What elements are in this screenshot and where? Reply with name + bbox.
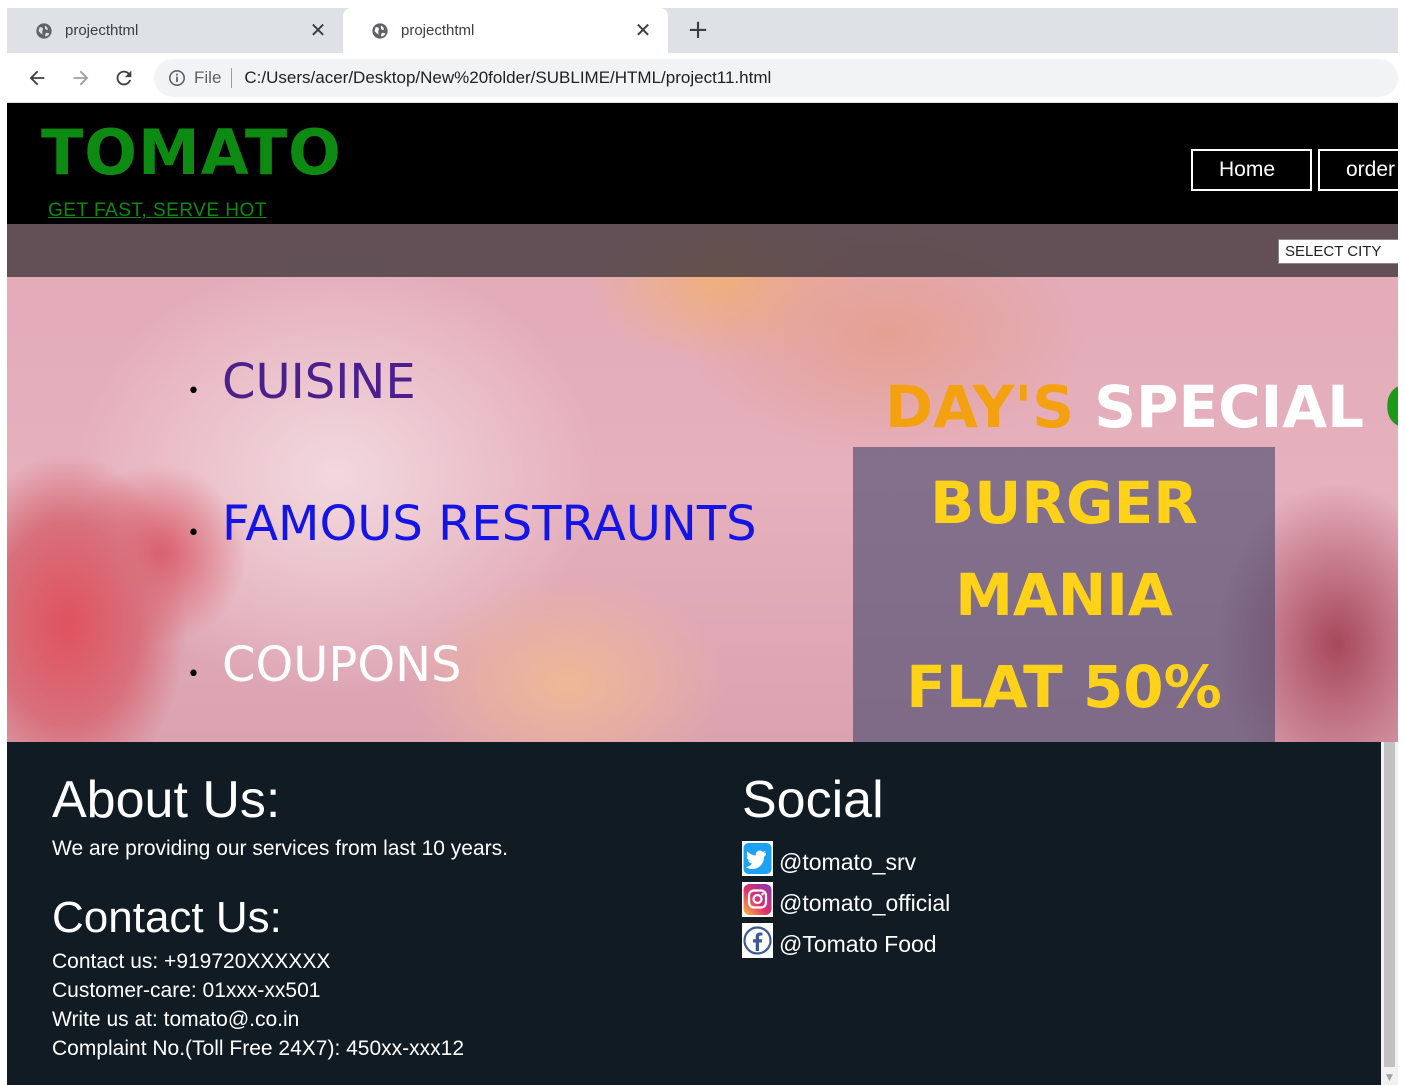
scroll-down-arrow[interactable]: ▼	[1384, 1073, 1395, 1083]
browser-toolbar: File C:/Users/acer/Desktop/New%20folder/…	[7, 53, 1398, 103]
forward-button[interactable]	[65, 62, 97, 94]
close-tab-icon[interactable]: ✕	[309, 18, 327, 43]
contact-heading: Contact Us:	[52, 893, 282, 942]
menu-item-famous-restraunts[interactable]: • FAMOUS RESTRAUNTS	[187, 496, 757, 552]
contact-email: Write us at: tomato@.co.in	[52, 1008, 300, 1031]
contact-details: Contact us: +919720XXXXXX Customer-care:…	[52, 947, 464, 1063]
instagram-icon	[742, 882, 773, 917]
offer-box[interactable]: BURGER MANIA FLAT 50%	[853, 447, 1275, 742]
reload-button[interactable]	[108, 62, 140, 94]
social-link-twitter[interactable]: @tomato_srv	[742, 835, 950, 876]
about-text: We are providing our services from last …	[52, 837, 508, 860]
scheme-label: File	[194, 68, 233, 88]
social-link-facebook[interactable]: @Tomato Food	[742, 917, 950, 958]
social-handle: @Tomato Food	[779, 931, 937, 957]
close-tab-icon[interactable]: ✕	[634, 18, 652, 43]
special-word-special: SPECIAL	[1094, 373, 1365, 441]
facebook-icon	[742, 923, 773, 958]
special-word-offer: O	[1384, 373, 1398, 441]
site-logo: TOMATO	[41, 116, 342, 189]
social-handle: @tomato_srv	[779, 849, 917, 875]
social-links: @tomato_srv @tomato_official @Tomato Foo…	[742, 835, 950, 958]
menu-item-label: CUISINE	[221, 354, 416, 410]
twitter-icon	[742, 841, 773, 876]
city-bar: SELECT CITY	[7, 224, 1398, 277]
arrow-left-icon	[29, 70, 45, 86]
tab-projecthtml-1[interactable]: projecthtml ✕	[7, 8, 343, 53]
tagline-link[interactable]: GET FAST, SERVE HOT	[48, 200, 267, 222]
arrow-right-icon	[73, 70, 89, 86]
menu-item-label: COUPONS	[221, 637, 462, 693]
globe-icon	[36, 22, 52, 39]
nav-home-button[interactable]: Home	[1191, 149, 1312, 191]
menu-item-cuisine[interactable]: • CUISINE	[187, 354, 416, 410]
special-word-days: DAY'S	[885, 373, 1075, 441]
city-select[interactable]: SELECT CITY	[1278, 239, 1398, 264]
site-header: TOMATO GET FAST, SERVE HOT Home order	[7, 103, 1398, 224]
back-button[interactable]	[21, 62, 53, 94]
scrollbar[interactable]: ▼	[1381, 742, 1398, 1085]
bullet: •	[187, 521, 200, 546]
days-special-heading: DAY'S SPECIAL O	[885, 372, 1398, 442]
menu-item-coupons[interactable]: • COUPONS	[187, 637, 462, 693]
social-heading: Social	[742, 771, 884, 829]
tab-title: projecthtml	[65, 22, 139, 39]
bullet: •	[187, 379, 200, 404]
offer-line-discount: FLAT 50%	[906, 653, 1222, 721]
complaint-number: Complaint No.(Toll Free 24X7): 450xx-xxx…	[52, 1037, 465, 1060]
reload-icon	[116, 70, 132, 86]
tab-strip: projecthtml ✕ projecthtml ✕ +	[7, 8, 1398, 53]
social-handle: @tomato_official	[779, 890, 951, 916]
offer-line-mania: MANIA	[955, 561, 1173, 629]
about-heading: About Us:	[52, 771, 281, 829]
scrollbar-thumb[interactable]	[1384, 742, 1395, 1067]
tab-projecthtml-2[interactable]: projecthtml ✕	[343, 8, 668, 53]
customer-care: Customer-care: 01xxx-xx501	[52, 979, 321, 1002]
globe-icon	[372, 22, 388, 39]
site-footer: About Us: We are providing our services …	[7, 742, 1381, 1085]
offer-line-burger: BURGER	[930, 469, 1198, 537]
hero-banner: SELECT CITY • CUISINE • FAMOUS RESTRAUNT…	[7, 224, 1398, 742]
social-link-instagram[interactable]: @tomato_official	[742, 876, 950, 917]
page-viewport: TOMATO GET FAST, SERVE HOT Home order SE…	[7, 103, 1398, 1085]
info-icon[interactable]	[168, 69, 186, 87]
new-tab-button[interactable]: +	[682, 14, 714, 46]
menu-item-label: FAMOUS RESTRAUNTS	[221, 496, 757, 552]
tab-title: projecthtml	[401, 22, 475, 39]
nav-order-button[interactable]: order	[1318, 149, 1398, 191]
contact-phone: Contact us: +919720XXXXXX	[52, 950, 331, 973]
bullet: •	[187, 662, 200, 687]
url-text[interactable]: C:/Users/acer/Desktop/New%20folder/SUBLI…	[244, 68, 771, 88]
address-bar[interactable]: File C:/Users/acer/Desktop/New%20folder/…	[154, 59, 1398, 97]
